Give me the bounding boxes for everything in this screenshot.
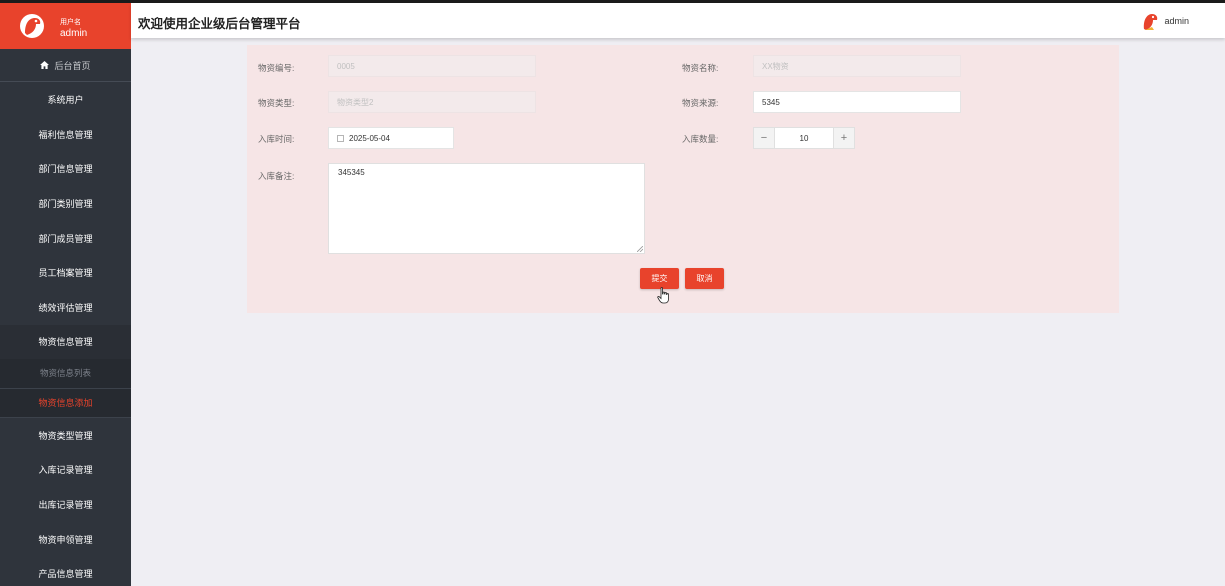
sidebar-item-home[interactable]: 后台首页	[0, 49, 131, 82]
note-textarea[interactable]: 345345	[328, 163, 645, 254]
decrement-button[interactable]: −	[753, 127, 775, 149]
bird-logo-icon	[20, 14, 44, 38]
type-label: 物资类型:	[258, 98, 295, 108]
code-field[interactable]: 0005	[328, 55, 536, 77]
name-field[interactable]: XX物资	[753, 55, 961, 77]
sidebar-item-department-category[interactable]: 部门类别管理	[0, 186, 131, 221]
sidebar-item-system-users[interactable]: 系统用户	[0, 82, 131, 117]
resize-grip-icon[interactable]	[637, 246, 643, 252]
sidebar-item-material-requests[interactable]: 物资申领管理	[0, 522, 131, 557]
avatar	[1144, 14, 1158, 30]
header-username: admin	[1164, 16, 1189, 26]
source-field[interactable]: 5345	[753, 91, 961, 113]
sidebar-item-department-info[interactable]: 部门信息管理	[0, 151, 131, 186]
sidebar-item-department-members[interactable]: 部门成员管理	[0, 221, 131, 256]
sidebar-item-material-types[interactable]: 物资类型管理	[0, 418, 131, 453]
sidebar-item-outbound-records[interactable]: 出库记录管理	[0, 487, 131, 522]
sidebar-username: admin	[60, 28, 88, 39]
sidebar-item-materials[interactable]: 物资信息管理	[0, 324, 131, 359]
note-label: 入库备注:	[258, 171, 295, 181]
time-picker[interactable]: 2025-05-04	[328, 127, 454, 149]
sidebar-item-label: 后台首页	[54, 60, 91, 71]
sidebar-menu: 后台首页 系统用户 福利信息管理 部门信息管理 部门类别管理 部门成员管理 员工…	[0, 49, 131, 586]
increment-button[interactable]: +	[833, 127, 855, 149]
sidebar-brand: 用户名 admin	[0, 3, 131, 49]
qty-label: 入库数量:	[682, 134, 719, 144]
name-label: 物资名称:	[682, 63, 719, 73]
code-label: 物资编号:	[258, 63, 295, 73]
source-label: 物资来源:	[682, 98, 719, 108]
submit-button[interactable]: 提交	[640, 268, 679, 289]
page-title: 欢迎使用企业级后台管理平台	[138, 17, 301, 31]
sidebar-item-employee-files[interactable]: 员工档案管理	[0, 255, 131, 290]
top-header: 欢迎使用企业级后台管理平台 admin	[131, 3, 1225, 38]
sidebar-subitem-materials-list[interactable]: 物资信息列表	[0, 358, 131, 388]
time-label: 入库时间:	[258, 134, 295, 144]
quantity-stepper[interactable]: − 10 +	[753, 127, 855, 149]
sidebar-subitem-materials-add[interactable]: 物资信息添加	[0, 387, 131, 418]
header-user-menu[interactable]: admin	[1140, 11, 1189, 31]
sidebar-item-performance[interactable]: 绩效评估管理	[0, 290, 131, 325]
quantity-input[interactable]: 10	[775, 127, 833, 149]
time-value: 2025-05-04	[349, 133, 390, 143]
note-value: 345345	[338, 168, 365, 177]
material-form: 物资编号: 0005 物资名称: XX物资 物资类型: 物资类型2 物资来源: …	[247, 45, 1119, 313]
sidebar-item-welfare[interactable]: 福利信息管理	[0, 117, 131, 152]
home-icon	[40, 61, 50, 69]
user-label: 用户名	[60, 19, 81, 26]
sidebar: 用户名 admin 后台首页 系统用户 福利信息管理 部门信息管理 部门类别管理…	[0, 3, 131, 586]
hand-cursor-icon	[657, 287, 669, 304]
type-field[interactable]: 物资类型2	[328, 91, 536, 113]
sidebar-item-inbound-records[interactable]: 入库记录管理	[0, 453, 131, 488]
cancel-button[interactable]: 取消	[685, 268, 724, 289]
sidebar-item-products[interactable]: 产品信息管理	[0, 557, 131, 586]
calendar-icon	[337, 134, 344, 142]
